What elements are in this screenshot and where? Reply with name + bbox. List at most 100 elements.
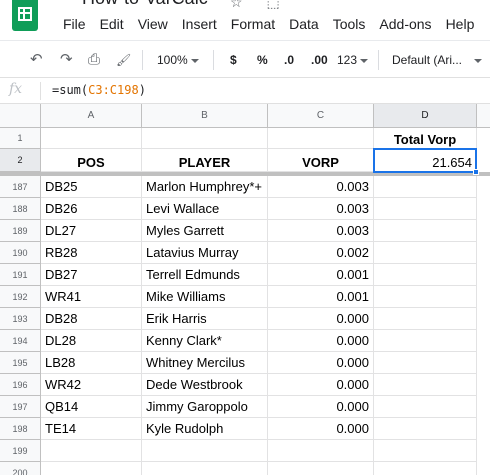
print-icon[interactable]: ⎙ — [88, 50, 100, 70]
row-header[interactable]: 196 — [0, 374, 41, 396]
cell-pos[interactable]: DL28 — [41, 330, 142, 352]
cell-vorp[interactable]: 0.000 — [268, 396, 374, 418]
cell-empty[interactable] — [268, 440, 374, 462]
cell-empty[interactable] — [374, 352, 477, 374]
pos-header[interactable]: POS — [41, 149, 142, 172]
player-header[interactable]: PLAYER — [142, 149, 268, 172]
cell-pos[interactable]: WR41 — [41, 286, 142, 308]
row-header[interactable]: 195 — [0, 352, 41, 374]
row-header[interactable]: 1 — [0, 128, 41, 149]
cell-empty[interactable] — [374, 396, 477, 418]
cell-empty[interactable] — [268, 462, 374, 475]
cell-player[interactable]: Latavius Murray — [142, 242, 268, 264]
total-vorp-label[interactable]: Total Vorp — [374, 128, 477, 149]
cell-player[interactable]: Kyle Rudolph — [142, 418, 268, 440]
row-header[interactable]: 189 — [0, 220, 41, 242]
cell-empty[interactable] — [374, 418, 477, 440]
column-header-a[interactable]: A — [41, 104, 142, 128]
percent-format-button[interactable]: % — [257, 50, 268, 70]
column-header-c[interactable]: C — [268, 104, 374, 128]
redo-icon[interactable]: ↷ — [60, 50, 73, 70]
cell-player[interactable]: Mike Williams — [142, 286, 268, 308]
cell-pos[interactable]: LB28 — [41, 352, 142, 374]
cell-empty[interactable] — [142, 462, 268, 475]
cell-vorp[interactable]: 0.000 — [268, 374, 374, 396]
vorp-header[interactable]: VORP — [268, 149, 374, 172]
cell-pos[interactable]: DB28 — [41, 308, 142, 330]
menu-help[interactable]: Help — [439, 14, 482, 34]
zoom-select[interactable]: 100% — [157, 50, 199, 70]
menu-tools[interactable]: Tools — [326, 14, 373, 34]
row-header[interactable]: 188 — [0, 198, 41, 220]
cell-empty[interactable] — [374, 176, 477, 198]
cell-player[interactable]: Erik Harris — [142, 308, 268, 330]
cell-pos[interactable]: DL27 — [41, 220, 142, 242]
cell[interactable] — [41, 128, 142, 149]
cell-empty[interactable] — [374, 462, 477, 475]
fill-handle[interactable] — [473, 169, 479, 175]
cell-empty[interactable] — [41, 440, 142, 462]
cell-player[interactable]: Terrell Edmunds — [142, 264, 268, 286]
cell-empty[interactable] — [374, 198, 477, 220]
menu-addons[interactable]: Add-ons — [372, 14, 438, 34]
row-header[interactable]: 194 — [0, 330, 41, 352]
increase-decimal-button[interactable]: .00 — [311, 50, 328, 70]
cell-player[interactable]: Myles Garrett — [142, 220, 268, 242]
font-select[interactable]: Default (Ari... — [392, 50, 483, 70]
select-all-corner[interactable] — [0, 104, 41, 128]
cell-empty[interactable] — [374, 242, 477, 264]
spreadsheet-grid[interactable]: A B C D 1 Total Vorp 2 POS PLAYER VORP 21.654 187 DB… — [0, 104, 490, 475]
decrease-decimal-button[interactable]: .0 — [284, 50, 294, 70]
currency-format-button[interactable]: $ — [230, 50, 237, 70]
cell-empty[interactable] — [374, 330, 477, 352]
menu-insert[interactable]: Insert — [175, 14, 224, 34]
cell-empty[interactable] — [374, 264, 477, 286]
sheets-logo-icon[interactable] — [12, 0, 38, 31]
menu-edit[interactable]: Edit — [93, 14, 131, 34]
cell-empty[interactable] — [142, 440, 268, 462]
row-header[interactable]: 187 — [0, 176, 41, 198]
cell-vorp[interactable]: 0.003 — [268, 198, 374, 220]
cell-pos[interactable]: QB14 — [41, 396, 142, 418]
cell-empty[interactable] — [41, 462, 142, 475]
row-header[interactable]: 2 — [0, 149, 41, 172]
cell-pos[interactable]: DB25 — [41, 176, 142, 198]
cell-player[interactable]: Dede Westbrook — [142, 374, 268, 396]
cell-empty[interactable] — [374, 374, 477, 396]
column-header-d[interactable]: D — [374, 104, 477, 128]
cell-vorp[interactable]: 0.001 — [268, 286, 374, 308]
row-header[interactable]: 197 — [0, 396, 41, 418]
cell-vorp[interactable]: 0.001 — [268, 264, 374, 286]
cell-vorp[interactable]: 0.000 — [268, 330, 374, 352]
formula-input[interactable]: =sum(C3:C198) — [52, 83, 146, 97]
cell-empty[interactable] — [374, 308, 477, 330]
undo-icon[interactable]: ↶ — [30, 50, 43, 70]
cell-player[interactable]: Kenny Clark* — [142, 330, 268, 352]
menu-view[interactable]: View — [131, 14, 175, 34]
cell-vorp[interactable]: 0.002 — [268, 242, 374, 264]
menu-data[interactable]: Data — [282, 14, 326, 34]
cell-player[interactable]: Levi Wallace — [142, 198, 268, 220]
cell-empty[interactable] — [374, 440, 477, 462]
cell-vorp[interactable]: 0.000 — [268, 418, 374, 440]
menu-file[interactable]: File — [56, 14, 93, 34]
cell-pos[interactable]: DB26 — [41, 198, 142, 220]
cell-pos[interactable]: TE14 — [41, 418, 142, 440]
row-header[interactable]: 190 — [0, 242, 41, 264]
cell-player[interactable]: Marlon Humphrey*+ — [142, 176, 268, 198]
more-formats-select[interactable]: 123 — [337, 50, 369, 70]
row-header[interactable]: 198 — [0, 418, 41, 440]
cell-pos[interactable]: DB27 — [41, 264, 142, 286]
cell-player[interactable]: Jimmy Garoppolo — [142, 396, 268, 418]
cell[interactable] — [268, 128, 374, 149]
cell-pos[interactable]: WR42 — [41, 374, 142, 396]
cell-vorp[interactable]: 0.003 — [268, 176, 374, 198]
cell[interactable] — [142, 128, 268, 149]
row-header[interactable]: 199 — [0, 440, 41, 462]
row-header[interactable]: 192 — [0, 286, 41, 308]
document-title[interactable]: How-to-VarCalc — [82, 0, 208, 9]
row-header[interactable]: 193 — [0, 308, 41, 330]
cell-empty[interactable] — [374, 220, 477, 242]
total-vorp-value[interactable]: 21.654 — [374, 149, 477, 172]
cell-vorp[interactable]: 0.000 — [268, 352, 374, 374]
